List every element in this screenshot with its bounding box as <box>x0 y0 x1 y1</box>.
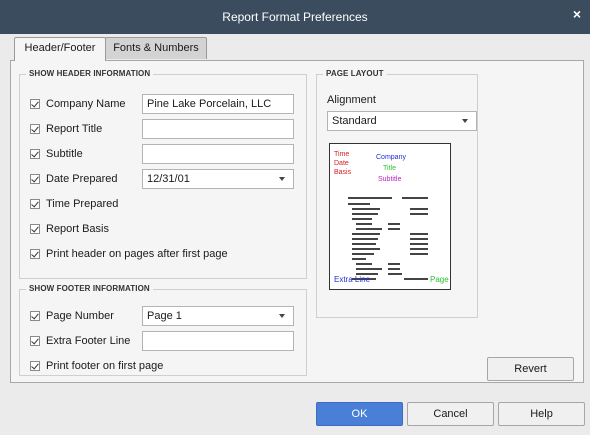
report-title-checkbox[interactable] <box>30 124 40 134</box>
help-button[interactable]: Help <box>498 402 585 426</box>
time-prepared-row: Time Prepared <box>30 195 118 213</box>
page-number-select[interactable]: Page 1 <box>142 306 294 326</box>
layout-preview: Time Date Basis Company Title Subtitle E… <box>329 143 451 290</box>
extra-footer-label: Extra Footer Line <box>46 335 131 347</box>
extra-footer-checkbox[interactable] <box>30 336 40 346</box>
date-prepared-row: Date Prepared <box>30 170 118 188</box>
alignment-select[interactable]: Standard <box>327 111 477 131</box>
preview-company: Company <box>376 154 406 161</box>
time-prepared-label: Time Prepared <box>46 198 119 210</box>
header-group: SHOW HEADER INFORMATION Company Name Pin… <box>19 69 307 279</box>
report-title-field[interactable] <box>142 119 294 139</box>
alignment-label: Alignment <box>327 94 376 106</box>
preview-page: Page <box>430 275 449 284</box>
page-layout-title: PAGE LAYOUT <box>323 69 387 78</box>
close-icon[interactable]: × <box>570 7 584 21</box>
print-footer-label: Print footer on first page <box>46 360 164 372</box>
print-header-row: Print header on pages after first page <box>30 245 228 263</box>
preview-extra-line: Extra Line <box>334 275 371 284</box>
page-number-row: Page Number <box>30 307 114 325</box>
tab-header-footer-label: Header/Footer <box>24 42 96 54</box>
print-footer-checkbox[interactable] <box>30 361 40 371</box>
header-group-title: SHOW HEADER INFORMATION <box>26 69 154 78</box>
preview-time: Time <box>334 151 350 158</box>
footer-group: SHOW FOOTER INFORMATION Page Number Page… <box>19 284 307 376</box>
revert-button[interactable]: Revert <box>487 357 574 381</box>
report-basis-label: Report Basis <box>46 223 109 235</box>
ok-button[interactable]: OK <box>316 402 403 426</box>
page-layout-group: PAGE LAYOUT Alignment Standard Time Date… <box>316 69 478 318</box>
preview-title: Title <box>383 165 396 172</box>
print-footer-row: Print footer on first page <box>30 357 163 375</box>
company-name-checkbox[interactable] <box>30 99 40 109</box>
print-header-checkbox[interactable] <box>30 249 40 259</box>
page-number-checkbox[interactable] <box>30 311 40 321</box>
time-prepared-checkbox[interactable] <box>30 199 40 209</box>
subtitle-checkbox[interactable] <box>30 149 40 159</box>
cancel-button[interactable]: Cancel <box>407 402 494 426</box>
subtitle-label: Subtitle <box>46 148 83 160</box>
subtitle-field[interactable] <box>142 144 294 164</box>
tab-fonts-numbers-label: Fonts & Numbers <box>113 42 199 54</box>
preview-basis: Basis <box>334 169 352 176</box>
report-basis-row: Report Basis <box>30 220 109 238</box>
report-title-row: Report Title <box>30 120 102 138</box>
report-basis-checkbox[interactable] <box>30 224 40 234</box>
company-name-row: Company Name <box>30 95 125 113</box>
window-title: Report Format Preferences <box>222 10 368 24</box>
print-header-label: Print header on pages after first page <box>46 248 228 260</box>
date-prepared-checkbox[interactable] <box>30 174 40 184</box>
tab-header-footer[interactable]: Header/Footer <box>14 37 106 61</box>
tab-fonts-numbers[interactable]: Fonts & Numbers <box>105 37 207 59</box>
alignment-label-text: Alignment <box>327 94 376 106</box>
preview-subtitle: Subtitle <box>378 176 402 183</box>
company-name-label: Company Name <box>46 98 126 110</box>
extra-footer-field[interactable] <box>142 331 294 351</box>
subtitle-row: Subtitle <box>30 145 83 163</box>
company-name-field[interactable]: Pine Lake Porcelain, LLC <box>142 94 294 114</box>
page-number-label: Page Number <box>46 310 114 322</box>
title-bar: Report Format Preferences × <box>0 0 590 34</box>
button-bar: OK Cancel Help <box>0 387 590 435</box>
tab-panel: SHOW HEADER INFORMATION Company Name Pin… <box>10 60 584 383</box>
extra-footer-row: Extra Footer Line <box>30 332 130 350</box>
footer-group-title: SHOW FOOTER INFORMATION <box>26 284 153 293</box>
report-title-label: Report Title <box>46 123 103 135</box>
date-prepared-select[interactable]: 12/31/01 <box>142 169 294 189</box>
date-prepared-label: Date Prepared <box>46 173 118 185</box>
preview-date: Date <box>334 160 349 167</box>
dialog-body: Header/Footer Fonts & Numbers SHOW HEADE… <box>0 34 590 435</box>
